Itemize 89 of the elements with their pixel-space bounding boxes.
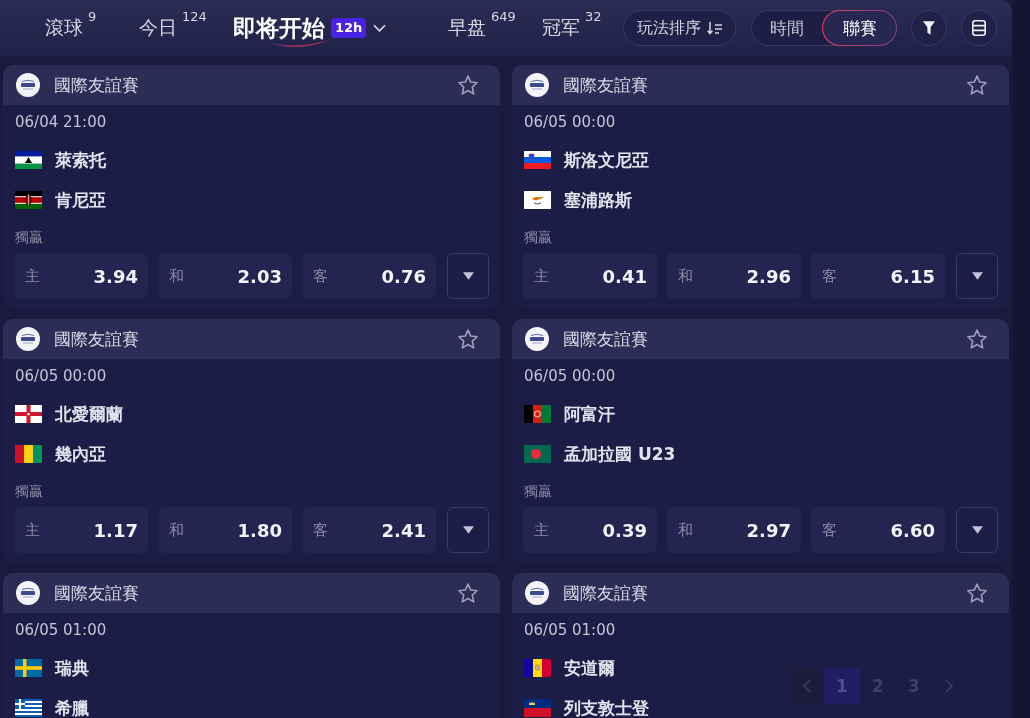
star-icon[interactable]: [458, 329, 478, 349]
market-label: 獨贏: [14, 228, 44, 246]
match-time: 06/05 01:00: [523, 620, 617, 640]
league-name: 國際友誼賽: [563, 73, 648, 97]
filter-icon: [923, 21, 935, 35]
odds-button[interactable]: 客 2.41: [302, 507, 436, 553]
more-odds-button[interactable]: [956, 507, 998, 553]
team-name: 斯洛文尼亞: [564, 151, 649, 169]
flag-icon: [524, 445, 551, 463]
match-time: 06/05 00:00: [523, 112, 617, 132]
team-name: 幾內亞: [55, 445, 106, 463]
match-time: 06/04 21:00: [14, 112, 108, 132]
more-odds-button[interactable]: [447, 253, 489, 299]
flag-icon: [524, 191, 551, 209]
league-logo-icon: [525, 73, 549, 97]
market-label: 獨贏: [523, 228, 553, 246]
star-icon[interactable]: [967, 583, 987, 603]
star-icon[interactable]: [967, 329, 987, 349]
caret-down-icon: [971, 526, 983, 534]
odds-button[interactable]: 和 2.96: [667, 253, 801, 299]
tab[interactable]: 即将开始 12h: [233, 8, 448, 48]
caret-down-icon: [971, 272, 983, 280]
odds-button[interactable]: 客 6.60: [811, 507, 945, 553]
match-time: 06/05 00:00: [14, 366, 108, 386]
team-name: 阿富汗: [564, 405, 615, 423]
team-name: 肯尼亞: [55, 191, 106, 209]
league-logo-icon: [525, 327, 549, 351]
sort-button[interactable]: 玩法排序: [623, 10, 736, 46]
league-logo-icon: [16, 327, 40, 351]
team-name: 希臘: [55, 699, 89, 717]
tab[interactable]: 早盘 649: [448, 8, 542, 48]
league-name: 國際友誼賽: [54, 327, 139, 351]
star-icon[interactable]: [967, 75, 987, 95]
layout-button[interactable]: [961, 10, 997, 46]
flag-icon: [524, 699, 551, 717]
odds-button[interactable]: 和 2.03: [158, 253, 292, 299]
odds-button[interactable]: 客 6.15: [811, 253, 945, 299]
league-name: 國際友誼賽: [563, 581, 648, 605]
flag-icon: [15, 405, 42, 423]
odds-button[interactable]: 主 0.41: [523, 253, 657, 299]
odds-button[interactable]: 主 3.94: [14, 253, 148, 299]
chevron-down-icon[interactable]: [373, 24, 387, 32]
market-label: 獨贏: [14, 482, 44, 500]
team-name: 安道爾: [564, 659, 615, 677]
team-name: 北愛爾蘭: [55, 405, 123, 423]
match-time: 06/05 01:00: [14, 620, 108, 640]
odds-button[interactable]: 主 0.39: [523, 507, 657, 553]
flag-icon: [15, 445, 42, 463]
chevron-right-icon: [945, 679, 953, 693]
league-logo-icon: [525, 581, 549, 605]
team-name: 塞浦路斯: [564, 191, 632, 209]
filter-button[interactable]: [911, 10, 947, 46]
flag-icon: [524, 405, 551, 423]
list-icon: [972, 20, 986, 36]
odds-button[interactable]: 主 1.17: [14, 507, 148, 553]
flag-icon: [15, 151, 42, 169]
tab[interactable]: 冠军 32: [542, 8, 602, 48]
team-name: 列支敦士登: [564, 699, 649, 717]
market-label: 獨贏: [523, 482, 553, 500]
league-name: 國際友誼賽: [54, 581, 139, 605]
flag-icon: [15, 191, 42, 209]
star-icon[interactable]: [458, 583, 478, 603]
tab[interactable]: 今日 124: [139, 8, 233, 48]
tab[interactable]: 滾球 9: [45, 8, 139, 48]
team-name: 孟加拉國 U23: [564, 445, 676, 463]
flag-icon: [15, 699, 42, 717]
chevron-left-icon: [803, 679, 811, 693]
star-icon[interactable]: [458, 75, 478, 95]
flag-icon: [524, 659, 551, 677]
odds-button[interactable]: 客 0.76: [302, 253, 436, 299]
team-name: 萊索托: [55, 151, 106, 169]
flag-icon: [15, 659, 42, 677]
toggle-option[interactable]: 聯賽: [822, 10, 897, 46]
league-logo-icon: [16, 581, 40, 605]
more-odds-button[interactable]: [447, 507, 489, 553]
swoosh-icon: [267, 39, 331, 49]
odds-button[interactable]: 和 1.80: [158, 507, 292, 553]
league-logo-icon: [16, 73, 40, 97]
flag-icon: [524, 151, 551, 169]
team-name: 瑞典: [55, 659, 89, 677]
odds-button[interactable]: 和 2.97: [667, 507, 801, 553]
league-name: 國際友誼賽: [54, 73, 139, 97]
caret-down-icon: [462, 526, 474, 534]
more-odds-button[interactable]: [956, 253, 998, 299]
caret-down-icon: [462, 272, 474, 280]
league-name: 國際友誼賽: [563, 327, 648, 351]
toggle-option[interactable]: 時間: [752, 10, 822, 46]
match-time: 06/05 00:00: [523, 366, 617, 386]
sort-icon: [707, 21, 723, 35]
